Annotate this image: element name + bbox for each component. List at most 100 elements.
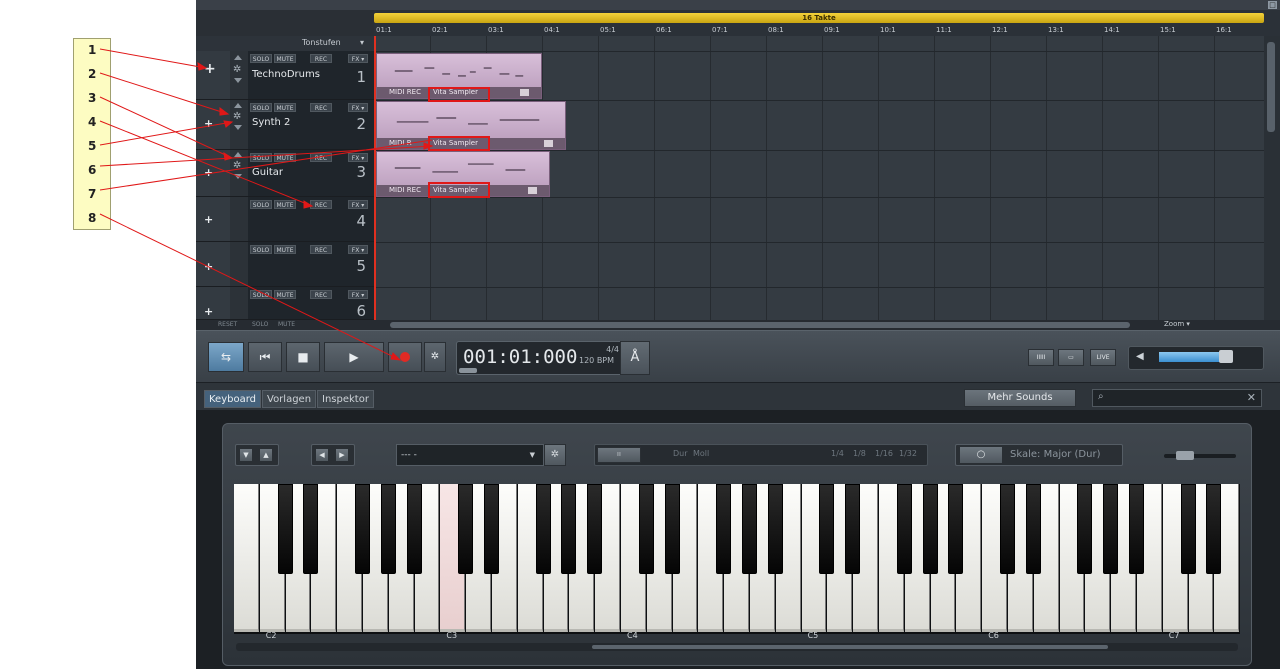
black-key[interactable]: [458, 484, 474, 574]
track-name[interactable]: Synth 2: [252, 117, 290, 128]
stop-button[interactable]: ■: [286, 342, 320, 372]
black-key[interactable]: [1129, 484, 1144, 574]
plus-icon[interactable]: +: [204, 260, 213, 273]
piano-keyboard[interactable]: C2 C3 C4 C5 C6 C7: [234, 484, 1240, 640]
solo-button[interactable]: SOLO: [250, 103, 272, 112]
scroll-thumb[interactable]: [1267, 42, 1275, 132]
track-panel[interactable]: SOLO MUTE REC FX ▾ 5: [248, 242, 374, 286]
scroll-thumb[interactable]: [592, 645, 1108, 649]
black-key[interactable]: [355, 484, 370, 574]
clip-dropdown-icon[interactable]: [544, 140, 553, 147]
black-key[interactable]: [587, 484, 603, 574]
solo-button[interactable]: SOLO: [250, 153, 272, 162]
close-icon[interactable]: ✕: [1247, 391, 1256, 404]
loop-range-bar[interactable]: 16 Takte: [374, 13, 1264, 23]
volume-knob[interactable]: [1219, 350, 1233, 363]
move-up-icon[interactable]: [234, 55, 242, 60]
gear-icon[interactable]: ✲: [424, 342, 446, 372]
move-up-icon[interactable]: [234, 152, 242, 157]
rec-button[interactable]: REC: [310, 153, 332, 162]
plus-icon[interactable]: +: [204, 61, 216, 77]
black-key[interactable]: [716, 484, 732, 574]
fx-button[interactable]: FX ▾: [348, 103, 368, 112]
keyboard-scrollbar[interactable]: [236, 643, 1238, 651]
tonstufen-selector[interactable]: Tonstufen ▾: [196, 36, 374, 51]
mute-button[interactable]: MUTE: [274, 245, 296, 254]
track-panel[interactable]: SOLO MUTE REC FX ▾ 4: [248, 197, 374, 241]
scale-selector[interactable]: ○ Skale: Major (Dur): [955, 444, 1123, 466]
black-key[interactable]: [845, 484, 861, 574]
solo-all-button[interactable]: SOLO: [252, 321, 268, 328]
plus-icon[interactable]: +: [204, 213, 213, 226]
playhead[interactable]: [374, 36, 376, 320]
mixer-view-button[interactable]: IIIII: [1028, 349, 1054, 366]
chevron-up-icon[interactable]: ▲: [259, 448, 273, 462]
white-key[interactable]: [234, 484, 259, 632]
slider-thumb[interactable]: [1176, 451, 1194, 460]
mute-button[interactable]: MUTE: [274, 54, 296, 63]
rec-button[interactable]: REC: [310, 54, 332, 63]
move-down-icon[interactable]: [234, 78, 242, 83]
black-key[interactable]: [1077, 484, 1093, 574]
black-key[interactable]: [380, 484, 396, 574]
chevron-down-icon[interactable]: ▼: [239, 448, 253, 462]
record-button[interactable]: [388, 342, 422, 372]
fx-button[interactable]: FX ▾: [348, 245, 368, 254]
plus-icon[interactable]: +: [204, 166, 213, 179]
black-key[interactable]: [1000, 484, 1015, 574]
solo-button[interactable]: SOLO: [250, 290, 272, 299]
track-name[interactable]: Guitar: [252, 167, 283, 178]
scale-toggle-icon[interactable]: ○: [960, 447, 1002, 463]
black-key[interactable]: [1180, 484, 1196, 574]
search-input[interactable]: ⌕ ✕: [1092, 389, 1262, 407]
scroll-thumb[interactable]: [390, 322, 1130, 328]
clip-dropdown-icon[interactable]: [520, 89, 529, 96]
more-sounds-button[interactable]: Mehr Sounds: [964, 389, 1076, 407]
mute-button[interactable]: MUTE: [274, 153, 296, 162]
solo-button[interactable]: SOLO: [250, 245, 272, 254]
solo-button[interactable]: SOLO: [250, 54, 272, 63]
mute-all-button[interactable]: MUTE: [278, 321, 295, 328]
tab-inspektor[interactable]: Inspektor: [317, 390, 374, 408]
position-slider[interactable]: [459, 368, 477, 373]
black-key[interactable]: [535, 484, 551, 574]
track-panel[interactable]: SOLO MUTE REC FX ▾ Synth 2 2: [248, 100, 374, 149]
rec-button[interactable]: REC: [310, 103, 332, 112]
black-key[interactable]: [896, 484, 912, 574]
reset-button[interactable]: RESET: [218, 321, 237, 328]
preset-dropdown[interactable]: --- - ▼: [396, 444, 544, 466]
zoom-dropdown[interactable]: Zoom ▾: [1164, 320, 1190, 328]
chevron-right-icon[interactable]: ▶: [335, 448, 349, 462]
black-key[interactable]: [922, 484, 938, 574]
rate-eighth-label[interactable]: 1/8: [853, 449, 866, 458]
track-panel[interactable]: SOLO MUTE REC FX ▾ Guitar 3: [248, 150, 374, 196]
arpeggio-icon[interactable]: ⠶: [597, 447, 641, 463]
timeline-ruler[interactable]: 16 Takte 01:1 02:1 03:1 04:1 05:1 06:1 0…: [374, 10, 1280, 36]
black-key[interactable]: [303, 484, 319, 574]
solo-button[interactable]: SOLO: [250, 200, 272, 209]
clip-dropdown-icon[interactable]: [528, 187, 537, 194]
black-key[interactable]: [561, 484, 577, 574]
fx-button[interactable]: FX ▾: [348, 153, 368, 162]
gear-icon[interactable]: ✲: [544, 444, 566, 466]
fx-button[interactable]: FX ▾: [348, 54, 368, 63]
mute-button[interactable]: MUTE: [274, 290, 296, 299]
chevron-left-icon[interactable]: ◀: [315, 448, 329, 462]
loop-button[interactable]: ⇆: [208, 342, 244, 372]
black-key[interactable]: [1206, 484, 1222, 574]
rec-button[interactable]: REC: [310, 200, 332, 209]
move-down-icon[interactable]: [234, 125, 242, 130]
black-key[interactable]: [406, 484, 422, 574]
move-up-icon[interactable]: [234, 103, 242, 108]
black-key[interactable]: [1103, 484, 1119, 574]
plus-icon[interactable]: +: [204, 117, 213, 130]
gear-icon[interactable]: ✲: [233, 111, 241, 122]
live-view-button[interactable]: LIVE: [1090, 349, 1116, 366]
gear-icon[interactable]: ✲: [233, 64, 241, 75]
maximize-button[interactable]: □: [1268, 1, 1277, 9]
chord-moll-label[interactable]: Moll: [693, 449, 709, 458]
horizontal-scrollbar[interactable]: Zoom ▾: [374, 320, 1280, 330]
rec-button[interactable]: REC: [310, 245, 332, 254]
black-key[interactable]: [484, 484, 499, 574]
track-panel[interactable]: SOLO MUTE REC FX ▾ TechnoDrums 1: [248, 51, 374, 99]
